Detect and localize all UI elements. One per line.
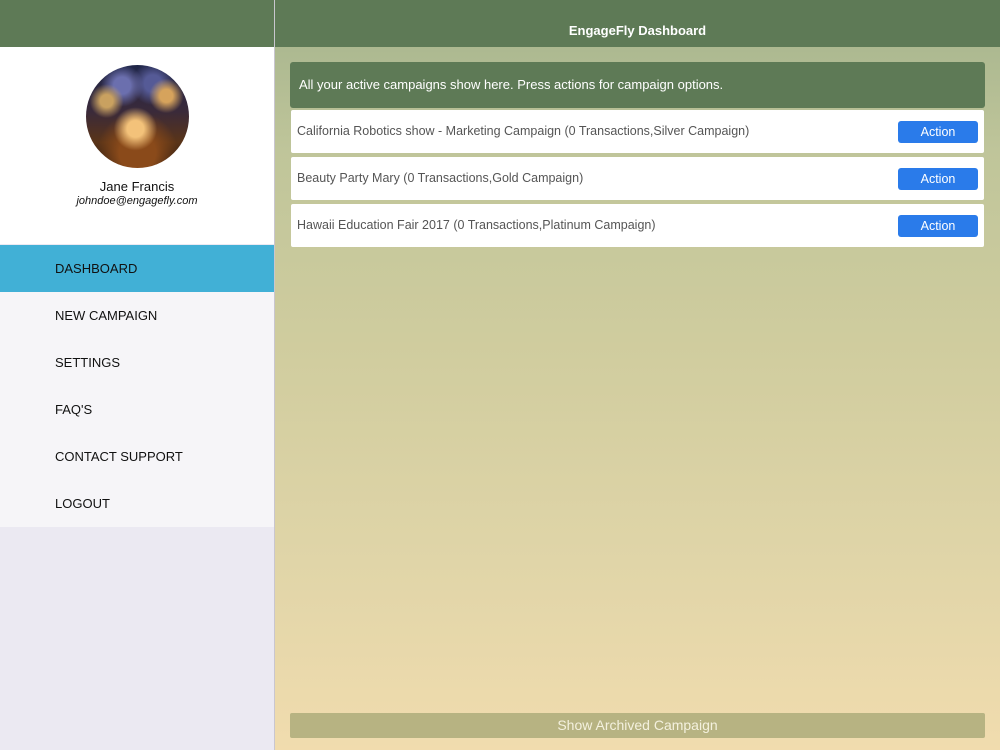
campaign-list: California Robotics show - Marketing Cam…: [291, 110, 984, 251]
campaign-label: California Robotics show - Marketing Cam…: [297, 124, 750, 138]
main-content: EngageFly Dashboard All your active camp…: [275, 0, 1000, 750]
sidebar: Jane Francis johndoe@engagefly.com DASHB…: [0, 0, 275, 750]
sidebar-item-label: NEW CAMPAIGN: [55, 308, 158, 323]
avatar[interactable]: [86, 65, 189, 168]
info-banner: All your active campaigns show here. Pre…: [290, 62, 985, 108]
action-button[interactable]: Action: [898, 215, 978, 237]
campaign-row: Beauty Party Mary (0 Transactions,Gold C…: [291, 157, 984, 200]
sidebar-header-bar: [0, 0, 274, 47]
sidebar-item-label: FAQ'S: [55, 402, 93, 417]
sidebar-item-dashboard[interactable]: DASHBOARD: [0, 245, 274, 292]
sidebar-item-label: LOGOUT: [55, 496, 110, 511]
campaign-row: California Robotics show - Marketing Cam…: [291, 110, 984, 153]
profile-name: Jane Francis: [99, 179, 175, 194]
profile-email: johndoe@engagefly.com: [76, 195, 198, 207]
profile-panel: Jane Francis johndoe@engagefly.com: [0, 47, 274, 244]
sidebar-menu: DASHBOARD NEW CAMPAIGN SETTINGS FAQ'S CO…: [0, 245, 274, 527]
sidebar-item-label: CONTACT SUPPORT: [55, 449, 183, 464]
campaign-row: Hawaii Education Fair 2017 (0 Transactio…: [291, 204, 984, 247]
campaign-label: Beauty Party Mary (0 Transactions,Gold C…: [297, 171, 584, 185]
sidebar-item-new-campaign[interactable]: NEW CAMPAIGN: [0, 292, 274, 339]
action-button[interactable]: Action: [898, 121, 978, 143]
sidebar-item-label: DASHBOARD: [55, 261, 138, 276]
action-button[interactable]: Action: [898, 168, 978, 190]
page-title: EngageFly Dashboard: [275, 0, 1000, 47]
sidebar-item-faqs[interactable]: FAQ'S: [0, 386, 274, 433]
sidebar-item-contact-support[interactable]: CONTACT SUPPORT: [0, 433, 274, 480]
campaign-label: Hawaii Education Fair 2017 (0 Transactio…: [297, 218, 656, 232]
sidebar-item-logout[interactable]: LOGOUT: [0, 480, 274, 527]
show-archived-button[interactable]: Show Archived Campaign: [290, 713, 985, 738]
sidebar-item-label: SETTINGS: [55, 355, 121, 370]
sidebar-item-settings[interactable]: SETTINGS: [0, 339, 274, 386]
